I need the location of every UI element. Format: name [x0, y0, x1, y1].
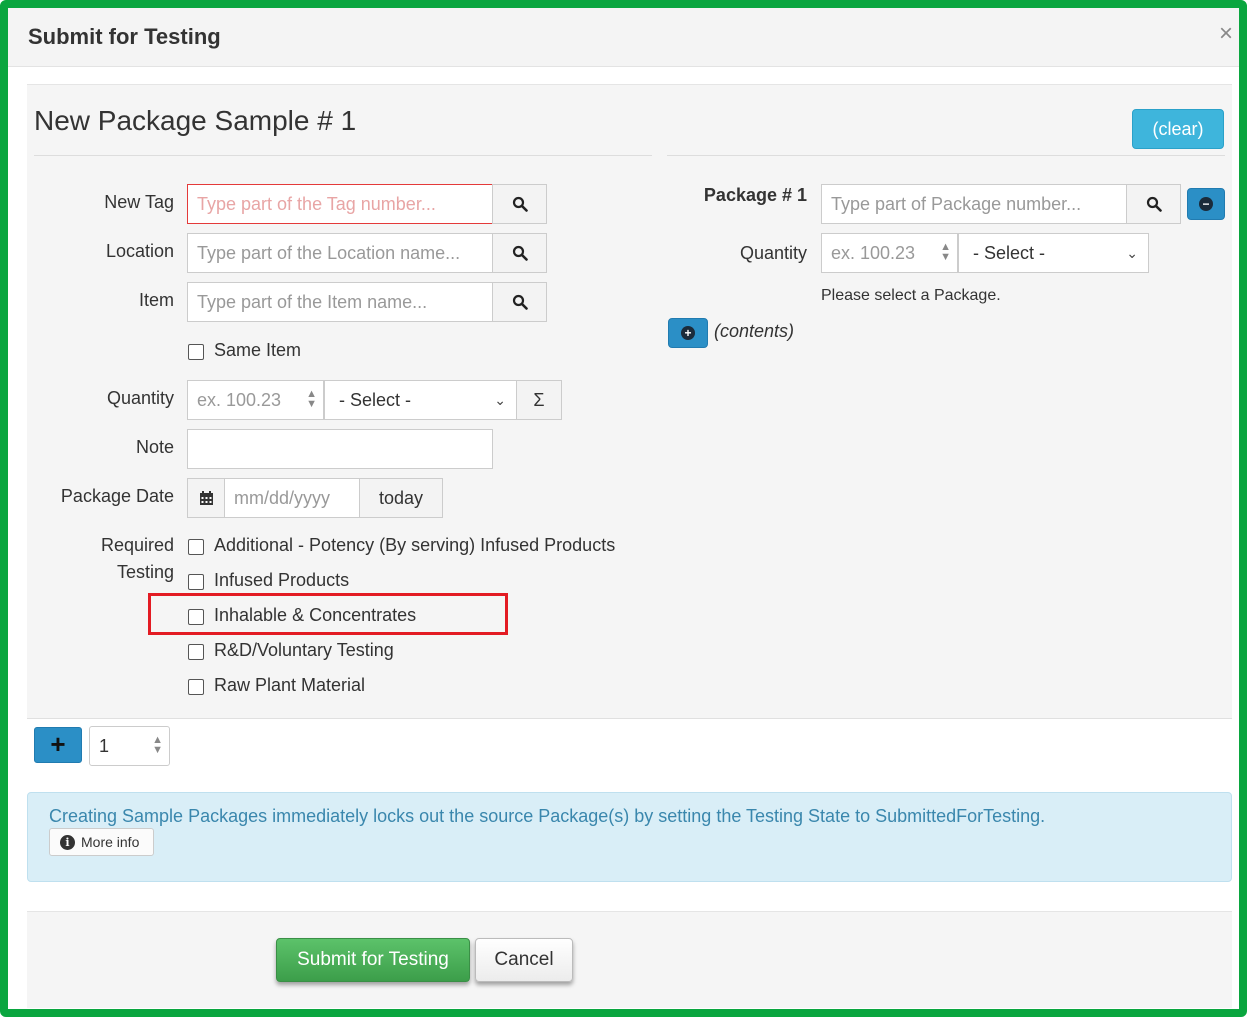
search-icon	[1146, 196, 1162, 212]
testing-option-label: Additional - Potency (By serving) Infuse…	[214, 535, 616, 555]
quantity-input[interactable]: ex. 100.23 ▲ ▼	[187, 380, 324, 420]
required-testing-label-line2: Testing	[116, 562, 174, 582]
chevron-down-icon: ⌄	[494, 392, 506, 408]
remove-package-button[interactable]: −	[1187, 188, 1225, 220]
add-sample-button[interactable]: +	[34, 727, 82, 763]
item-label: Item	[138, 290, 174, 310]
modal-header: Submit for Testing ×	[8, 8, 1239, 67]
quantity-unit-selected: - Select -	[339, 390, 412, 410]
sample-count-input[interactable]: 1 ▲ ▼	[89, 726, 170, 766]
note-label: Note	[135, 437, 174, 457]
quantity-placeholder: ex. 100.23	[197, 390, 282, 410]
package-date-label: Package Date	[60, 486, 174, 506]
calendar-icon	[199, 490, 213, 505]
divider	[667, 155, 1225, 156]
package-unit-selected: - Select -	[973, 243, 1046, 263]
info-icon: i	[60, 834, 75, 850]
item-search-button[interactable]	[492, 282, 547, 322]
package-input[interactable]: Type part of Package number...	[821, 184, 1127, 224]
quantity-stepper[interactable]: ▲ ▼	[306, 389, 317, 410]
sum-button[interactable]: Σ	[516, 380, 562, 420]
search-icon	[512, 245, 528, 261]
search-icon	[512, 294, 528, 310]
package-label: Package # 1	[703, 185, 807, 205]
testing-checkbox-raw-plant[interactable]	[188, 679, 204, 695]
search-icon	[512, 196, 528, 212]
more-info-button[interactable]: i More info	[49, 828, 154, 856]
modal-frame: Submit for Testing × New Package Sample …	[0, 0, 1247, 1017]
testing-option-label: Raw Plant Material	[214, 675, 366, 695]
testing-checkbox-potency[interactable]	[188, 539, 204, 555]
contents-label: (contents)	[714, 321, 795, 341]
plus-circle-icon: +	[681, 326, 695, 340]
sample-count-value: 1	[99, 736, 110, 756]
same-item-label: Same Item	[214, 340, 302, 360]
today-button[interactable]: today	[359, 478, 443, 518]
info-message: Creating Sample Packages immediately loc…	[49, 806, 1046, 826]
plus-icon: +	[50, 729, 66, 759]
chevron-down-icon: ⌄	[1126, 245, 1138, 261]
item-input[interactable]: Type part of the Item name...	[187, 282, 493, 322]
quantity-unit-select[interactable]: - Select - ⌄	[324, 380, 517, 420]
divider	[34, 155, 652, 156]
package-quantity-label: Quantity	[739, 243, 807, 263]
required-testing-label-line1: Required	[100, 535, 174, 555]
submit-for-testing-button[interactable]: Submit for Testing	[276, 938, 470, 982]
package-hint: Please select a Package.	[821, 287, 1001, 304]
package-quantity-stepper[interactable]: ▲ ▼	[940, 242, 951, 263]
package-date-input[interactable]: mm/dd/yyyy	[224, 478, 360, 518]
highlight-annotation	[148, 593, 508, 635]
modal-footer: Submit for Testing Cancel	[27, 911, 1232, 1008]
new-tag-input[interactable]: Type part of the Tag number...	[187, 184, 493, 224]
modal-title: Submit for Testing	[28, 24, 221, 49]
location-input[interactable]: Type part of the Location name...	[187, 233, 493, 273]
more-info-label: More info	[81, 834, 140, 850]
new-tag-label: New Tag	[104, 192, 174, 212]
sample-title: New Package Sample # 1	[34, 105, 357, 136]
location-label: Location	[105, 241, 174, 261]
package-search-button[interactable]	[1126, 184, 1181, 224]
package-quantity-input[interactable]: ex. 100.23 ▲ ▼	[821, 233, 958, 273]
sample-count-stepper[interactable]: ▲ ▼	[152, 735, 163, 756]
note-input[interactable]	[187, 429, 493, 469]
add-row-bar	[27, 719, 1232, 765]
same-item-checkbox[interactable]	[188, 344, 204, 360]
location-search-button[interactable]	[492, 233, 547, 273]
package-unit-select[interactable]: - Select - ⌄	[958, 233, 1149, 273]
quantity-label: Quantity	[106, 388, 174, 408]
contents-button[interactable]: +	[668, 318, 708, 348]
sample-section: New Package Sample # 1 (clear) New Tag T…	[27, 84, 1232, 766]
testing-checkbox-infused[interactable]	[188, 574, 204, 590]
info-alert: Creating Sample Packages immediately loc…	[27, 792, 1232, 882]
package-quantity-placeholder: ex. 100.23	[831, 243, 916, 263]
testing-option-label: R&D/Voluntary Testing	[214, 640, 394, 660]
cancel-button[interactable]: Cancel	[475, 938, 573, 982]
testing-checkbox-rd[interactable]	[188, 644, 204, 660]
calendar-button[interactable]	[187, 478, 225, 518]
clear-button[interactable]: (clear)	[1132, 109, 1224, 149]
minus-icon: −	[1199, 197, 1213, 211]
testing-option-label: Infused Products	[214, 570, 350, 590]
close-button[interactable]: ×	[1219, 20, 1233, 48]
new-tag-search-button[interactable]	[492, 184, 547, 224]
